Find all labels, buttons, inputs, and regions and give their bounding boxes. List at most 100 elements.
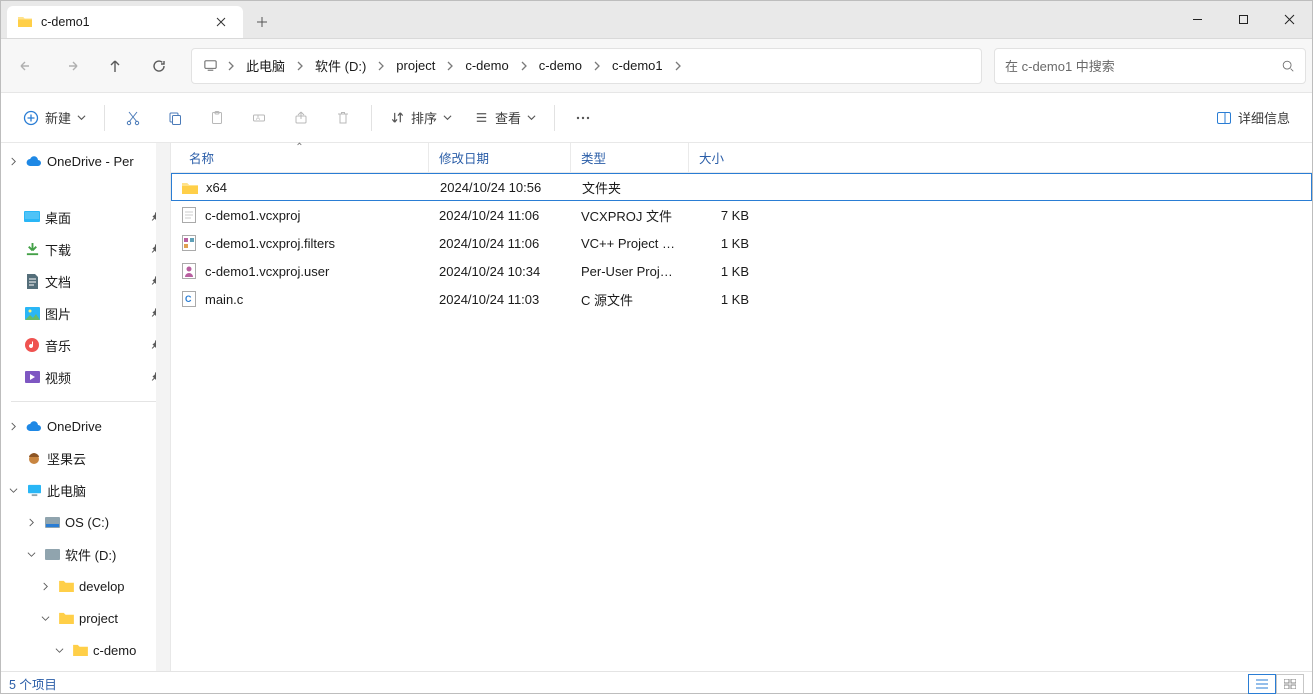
rename-button[interactable]: A [239, 101, 279, 135]
cut-button[interactable] [113, 101, 153, 135]
sidebar-item-os-c[interactable]: OS (C:) [1, 506, 170, 538]
file-name: main.c [205, 292, 243, 307]
search-input[interactable]: 在 c-demo1 中搜索 [994, 48, 1306, 84]
chevron-right-icon[interactable] [5, 422, 21, 431]
new-tab-button[interactable] [243, 6, 281, 38]
sort-button[interactable]: 排序 [380, 101, 462, 135]
new-button[interactable]: 新建 [13, 101, 96, 135]
breadcrumb-c-demo1[interactable]: c-demo1 [604, 54, 671, 77]
copy-button[interactable] [155, 101, 195, 135]
forward-button[interactable] [51, 48, 91, 84]
file-row[interactable]: Cmain.c2024/10/24 11:03C 源文件1 KB [171, 285, 1312, 313]
details-pane-button[interactable]: 详细信息 [1206, 101, 1300, 135]
breadcrumb-c-demo[interactable]: c-demo [457, 54, 516, 77]
view-icons-button[interactable] [1276, 674, 1304, 694]
chevron-right-icon[interactable] [293, 61, 307, 71]
chevron-down-icon[interactable] [5, 486, 21, 495]
separator [371, 105, 372, 131]
navigation-pane: OneDrive - Per 桌面 下载 文档 图片 音乐 [1, 143, 171, 671]
sidebar-item-documents[interactable]: 文档 [1, 265, 170, 297]
sidebar-item-onedrive-personal[interactable]: OneDrive - Per [1, 145, 170, 177]
column-label: 名称 [181, 148, 214, 167]
sidebar-item-project[interactable]: project [1, 602, 170, 634]
breadcrumb-c-demo-2[interactable]: c-demo [531, 54, 590, 77]
file-row[interactable]: c-demo1.vcxproj2024/10/24 11:06VCXPROJ 文… [171, 201, 1312, 229]
folder-icon [17, 14, 33, 30]
sidebar-item-this-pc[interactable]: 此电脑 [1, 474, 170, 506]
new-label: 新建 [45, 108, 71, 127]
back-button[interactable] [7, 48, 47, 84]
sidebar-item-software-d[interactable]: 软件 (D:) [1, 538, 170, 570]
file-type: VCXPROJ 文件 [571, 206, 689, 225]
window-tab[interactable]: c-demo1 [7, 6, 243, 38]
column-size[interactable]: 大小 [689, 143, 763, 172]
file-row[interactable]: c-demo1.vcxproj.user2024/10/24 10:34Per-… [171, 257, 1312, 285]
sort-indicator-icon: ⌃ [295, 142, 303, 153]
folder-icon [71, 641, 89, 659]
folder-icon [182, 179, 198, 195]
refresh-button[interactable] [139, 48, 179, 84]
sidebar-item-desktop[interactable]: 桌面 [1, 201, 170, 233]
breadcrumb-project[interactable]: project [388, 54, 443, 77]
cloud-icon [25, 152, 43, 170]
sidebar-item-nutcloud[interactable]: 坚果云 [1, 442, 170, 474]
plus-circle-icon [23, 110, 39, 126]
sidebar-item-downloads[interactable]: 下载 [1, 233, 170, 265]
titlebar-drag-area[interactable] [281, 0, 1174, 38]
maximize-button[interactable] [1220, 0, 1266, 38]
address-bar[interactable]: 此电脑 软件 (D:) project c-demo c-demo c-demo… [191, 48, 982, 84]
chevron-right-icon[interactable] [37, 582, 53, 591]
file-row[interactable]: c-demo1.vcxproj.filters2024/10/24 11:06V… [171, 229, 1312, 257]
search-icon [1281, 59, 1295, 73]
column-type[interactable]: 类型 [571, 143, 689, 172]
chevron-right-icon[interactable] [517, 61, 531, 71]
sidebar-item-c-demo[interactable]: c-demo [1, 634, 170, 666]
nut-icon [25, 449, 43, 467]
chevron-right-icon[interactable] [5, 157, 21, 166]
share-button[interactable] [281, 101, 321, 135]
minimize-button[interactable] [1174, 0, 1220, 38]
delete-button[interactable] [323, 101, 363, 135]
sidebar-item-pictures[interactable]: 图片 [1, 297, 170, 329]
chevron-right-icon[interactable] [590, 61, 604, 71]
user-icon [181, 263, 197, 279]
drive-icon [43, 545, 61, 563]
sidebar-scrollbar[interactable] [156, 143, 170, 671]
up-button[interactable] [95, 48, 135, 84]
sidebar-label: 此电脑 [47, 481, 86, 500]
search-placeholder: 在 c-demo1 中搜索 [1005, 56, 1115, 75]
chevron-down-icon[interactable] [51, 646, 67, 655]
file-name: c-demo1.vcxproj.filters [205, 236, 335, 251]
column-name[interactable]: ⌃ 名称 [171, 143, 429, 172]
sidebar-item-music[interactable]: 音乐 [1, 329, 170, 361]
more-button[interactable] [563, 101, 603, 135]
file-row[interactable]: x642024/10/24 10:56文件夹 [171, 173, 1312, 201]
column-date[interactable]: 修改日期 [429, 143, 571, 172]
chevron-right-icon[interactable] [224, 61, 238, 71]
chevron-right-icon[interactable] [374, 61, 388, 71]
view-button[interactable]: 查看 [464, 101, 546, 135]
svg-text:C: C [185, 294, 192, 304]
status-item-count: 5 个项目 [9, 674, 57, 693]
sidebar-label: 文档 [45, 272, 71, 291]
chevron-right-icon[interactable] [671, 61, 685, 71]
chevron-down-icon[interactable] [23, 550, 39, 559]
sidebar-label: OneDrive [47, 419, 102, 434]
chevron-right-icon[interactable] [23, 518, 39, 527]
breadcrumb-this-pc[interactable]: 此电脑 [238, 52, 293, 79]
sidebar-item-onedrive[interactable]: OneDrive [1, 410, 170, 442]
sidebar-item-develop[interactable]: develop [1, 570, 170, 602]
sidebar-label: develop [79, 579, 125, 594]
paste-button[interactable] [197, 101, 237, 135]
column-label: 类型 [581, 148, 606, 167]
close-window-button[interactable] [1266, 0, 1312, 38]
view-details-button[interactable] [1248, 674, 1276, 694]
chevron-right-icon[interactable] [443, 61, 457, 71]
sidebar-item-videos[interactable]: 视频 [1, 361, 170, 393]
file-name: x64 [206, 180, 227, 195]
sidebar-label: OS (C:) [65, 515, 109, 530]
close-tab-button[interactable] [209, 10, 233, 34]
chevron-down-icon[interactable] [37, 614, 53, 623]
sidebar-label: 坚果云 [47, 449, 86, 468]
breadcrumb-drive-d[interactable]: 软件 (D:) [307, 52, 374, 79]
